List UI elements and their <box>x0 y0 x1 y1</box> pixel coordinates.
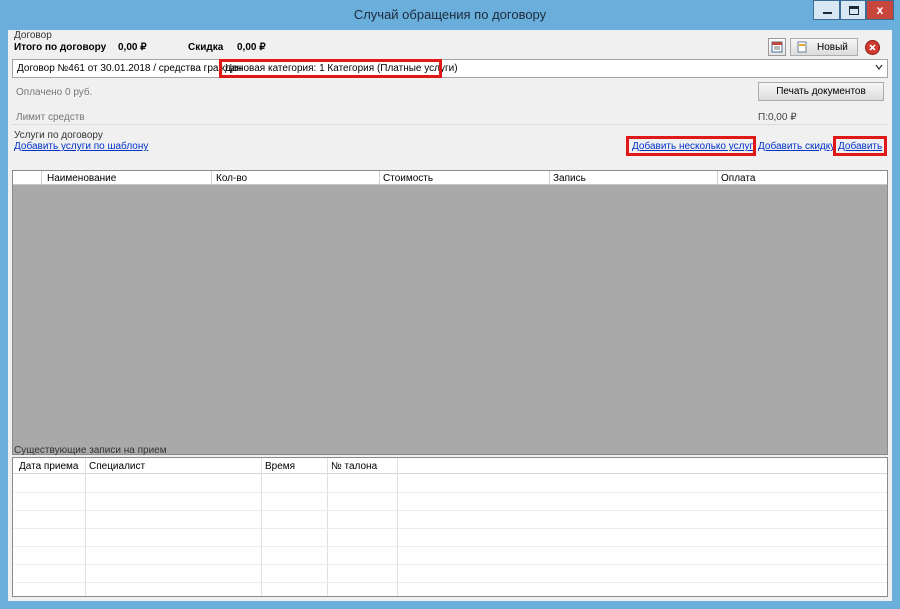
grid-line <box>13 528 887 529</box>
services-grid-header: Наименование Кол-во Стоимость Запись Опл… <box>13 171 887 185</box>
contract-group-label: Договор <box>14 30 52 41</box>
column-header-record[interactable]: Запись <box>553 173 586 184</box>
column-header-name[interactable]: Наименование <box>47 173 116 184</box>
minimize-icon <box>823 12 832 14</box>
column-header-ticket[interactable]: № талона <box>331 461 377 472</box>
discount-value: 0,00 ₽ <box>237 42 266 53</box>
new-button[interactable]: Новый <box>790 38 858 56</box>
close-button[interactable]: x <box>866 0 894 20</box>
column-divider <box>211 171 212 185</box>
column-divider <box>717 171 718 185</box>
total-label: Итого по договору <box>14 42 107 53</box>
column-header-date[interactable]: Дата приема <box>19 461 78 472</box>
chevron-down-icon[interactable] <box>875 63 883 71</box>
add-template-services-link[interactable]: Добавить услуги по шаблону <box>14 141 148 152</box>
window: Случай обращения по договору x Договор И… <box>0 0 900 609</box>
limit-value: П:0,00 ₽ <box>758 112 797 123</box>
appointments-grid[interactable]: Дата приема Специалист Время № талона <box>12 457 888 597</box>
grid-line <box>13 546 887 547</box>
minimize-button[interactable] <box>813 0 840 20</box>
add-several-highlight <box>626 136 756 156</box>
section-divider <box>12 124 888 125</box>
close-icon: x <box>876 3 884 17</box>
delete-icon <box>869 44 876 51</box>
add-highlight <box>833 136 887 156</box>
column-divider <box>41 171 42 185</box>
appointments-grid-header: Дата приема Специалист Время № талона <box>13 458 887 474</box>
print-documents-label: Печать документов <box>776 86 866 97</box>
maximize-button[interactable] <box>840 0 866 20</box>
new-document-icon <box>797 41 807 53</box>
new-button-label: Новый <box>817 42 848 53</box>
price-category-highlight <box>219 59 442 78</box>
calendar-icon <box>771 41 783 53</box>
window-title: Случай обращения по договору <box>353 7 547 22</box>
column-divider <box>379 171 380 185</box>
column-divider <box>549 171 550 185</box>
services-grid[interactable]: Наименование Кол-во Стоимость Запись Опл… <box>12 170 888 455</box>
delete-button[interactable] <box>865 40 880 55</box>
services-group-label: Услуги по договору <box>14 130 103 141</box>
maximize-icon <box>849 6 859 15</box>
title-bar[interactable]: Случай обращения по договору x <box>0 0 900 30</box>
column-header-payment[interactable]: Оплата <box>721 173 755 184</box>
limit-label: Лимит средств <box>16 112 85 123</box>
add-discount-link[interactable]: Добавить скидку <box>758 141 835 152</box>
contract-select[interactable]: Договор №461 от 30.01.2018 / средства гр… <box>12 59 888 78</box>
column-header-quantity[interactable]: Кол-во <box>216 173 247 184</box>
dialog-client-area: Договор Итого по договору 0,00 ₽ Скидка … <box>8 30 892 601</box>
grid-line <box>13 510 887 511</box>
calendar-button[interactable] <box>768 38 786 56</box>
paid-text: Оплачено 0 руб. <box>16 87 93 98</box>
column-header-specialist[interactable]: Специалист <box>89 461 145 472</box>
total-value: 0,00 ₽ <box>118 42 147 53</box>
grid-line <box>13 582 887 583</box>
appointments-group-label: Существующие записи на прием <box>14 445 167 456</box>
column-header-time[interactable]: Время <box>265 461 295 472</box>
print-documents-button[interactable]: Печать документов <box>758 82 884 101</box>
discount-label: Скидка <box>188 42 224 53</box>
grid-line <box>13 564 887 565</box>
column-header-cost[interactable]: Стоимость <box>383 173 433 184</box>
grid-line <box>13 492 887 493</box>
contract-select-value: Договор №461 от 30.01.2018 / средства гр… <box>17 63 243 74</box>
